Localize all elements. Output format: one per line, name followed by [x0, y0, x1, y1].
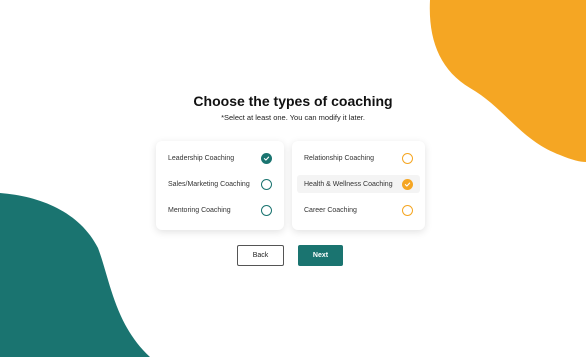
coaching-options-card-left: Leadership Coaching Sales/Marketing Coac…: [156, 141, 284, 230]
unchecked-circle-icon[interactable]: [261, 204, 272, 216]
option-mentoring-coaching[interactable]: Mentoring Coaching: [161, 201, 279, 219]
option-sales-marketing-coaching[interactable]: Sales/Marketing Coaching: [161, 175, 279, 193]
orange-blob-shape: [429, 0, 586, 162]
option-relationship-coaching[interactable]: Relationship Coaching: [297, 149, 420, 167]
unchecked-circle-icon[interactable]: [402, 204, 413, 216]
back-button[interactable]: Back: [237, 245, 284, 266]
option-label: Career Coaching: [304, 206, 357, 214]
option-label: Leadership Coaching: [168, 154, 235, 162]
unchecked-circle-icon[interactable]: [261, 178, 272, 190]
page-subtitle: *Select at least one. You can modify it …: [221, 113, 365, 122]
coaching-selection-page: Choose the types of coaching *Select at …: [0, 0, 586, 357]
teal-blob-shape: [0, 193, 150, 357]
option-label: Sales/Marketing Coaching: [168, 180, 250, 188]
coaching-options-card-right: Relationship Coaching Health & Wellness …: [292, 141, 425, 230]
unchecked-circle-icon[interactable]: [402, 152, 413, 164]
checked-circle-icon[interactable]: [402, 178, 413, 190]
option-leadership-coaching[interactable]: Leadership Coaching: [161, 149, 279, 167]
next-button[interactable]: Next: [298, 245, 343, 266]
option-label: Mentoring Coaching: [168, 206, 231, 214]
page-title: Choose the types of coaching: [193, 93, 393, 109]
option-label: Relationship Coaching: [304, 154, 375, 162]
option-career-coaching[interactable]: Career Coaching: [297, 201, 420, 219]
checked-circle-icon[interactable]: [261, 152, 272, 164]
option-label: Health & Wellness Coaching: [304, 180, 393, 188]
option-health-wellness-coaching[interactable]: Health & Wellness Coaching: [297, 175, 420, 193]
